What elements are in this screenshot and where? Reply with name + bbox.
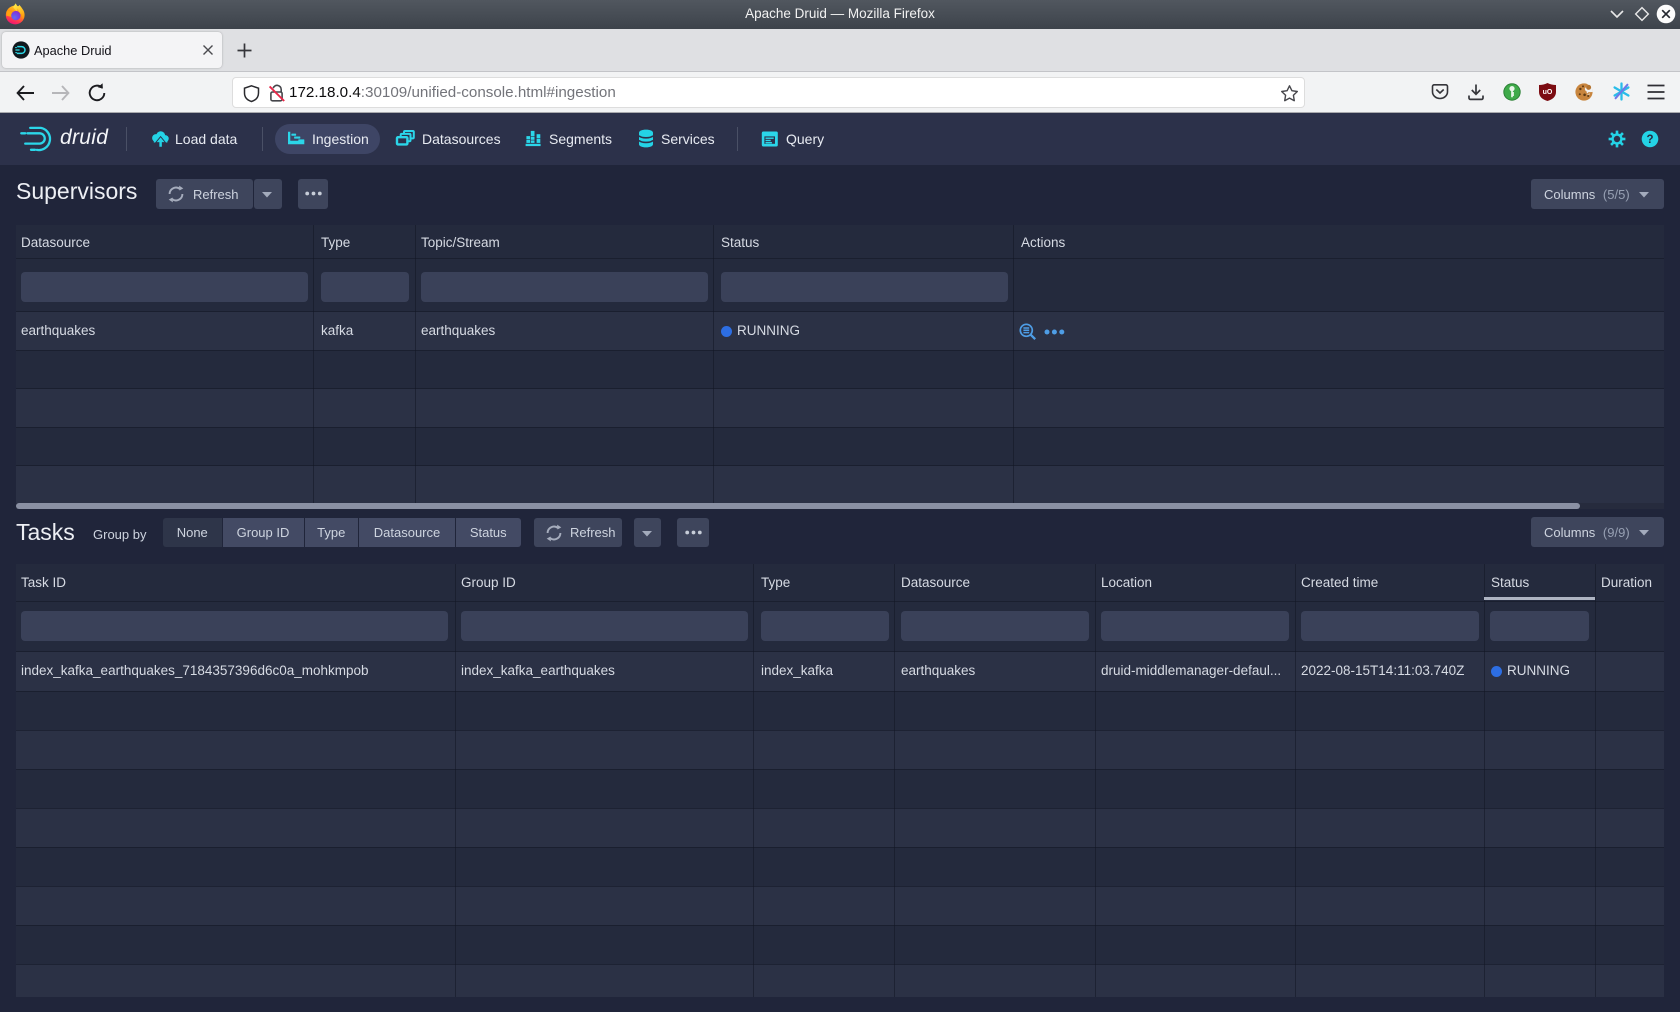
- svg-text:?: ?: [1646, 134, 1653, 146]
